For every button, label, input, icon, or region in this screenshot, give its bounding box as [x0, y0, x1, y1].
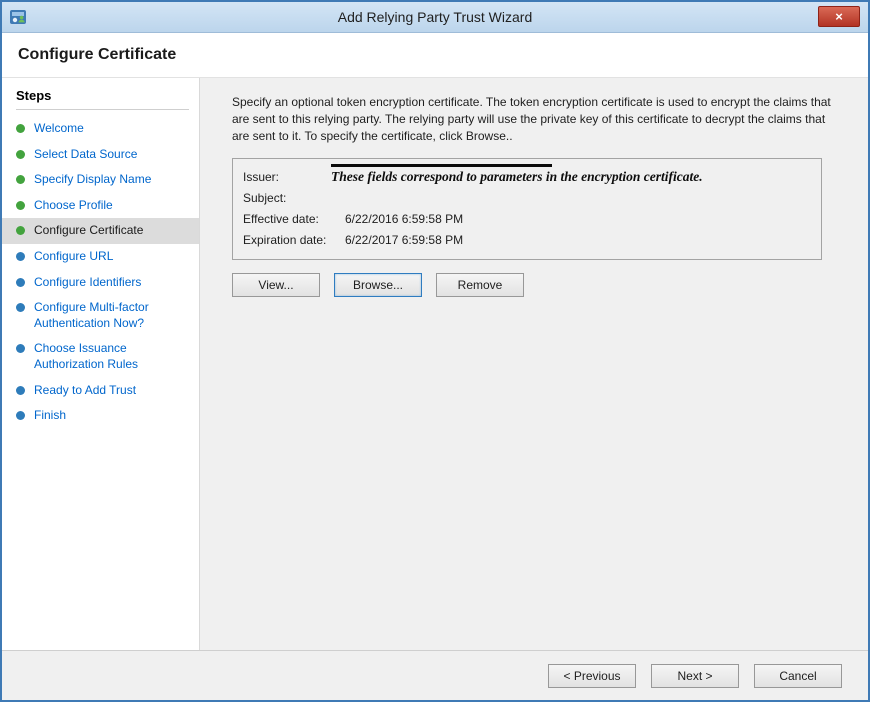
expiration-date-label: Expiration date:	[243, 230, 345, 251]
expiration-date-value: 6/22/2017 6:59:58 PM	[345, 230, 811, 251]
certificate-actions: View... Browse... Remove	[232, 273, 848, 297]
titlebar[interactable]: Add Relying Party Trust Wizard ×	[2, 2, 868, 33]
wizard-body: Steps Welcome Select Data Source Specify D…	[2, 78, 868, 650]
step-label: Ready to Add Trust	[34, 383, 136, 399]
subject-row: Subject:	[243, 188, 811, 209]
step-complete-dot	[16, 124, 25, 133]
step-complete-dot	[16, 150, 25, 159]
step-item-specify-display-name: Specify Display Name	[2, 167, 199, 193]
step-item-select-data-source: Select Data Source	[2, 142, 199, 168]
step-label: Configure URL	[34, 249, 113, 265]
content-area: Specify an optional token encryption cer…	[200, 78, 868, 650]
effective-date-value: 6/22/2016 6:59:58 PM	[345, 209, 811, 230]
effective-date-row: Effective date: 6/22/2016 6:59:58 PM	[243, 209, 811, 230]
effective-date-label: Effective date:	[243, 209, 345, 230]
step-complete-dot	[16, 201, 25, 210]
app-icon	[9, 8, 27, 26]
step-item-choose-profile: Choose Profile	[2, 193, 199, 219]
cancel-button[interactable]: Cancel	[754, 664, 842, 688]
close-button[interactable]: ×	[818, 6, 860, 27]
step-item-configure-certificate: Configure Certificate	[2, 218, 199, 244]
step-label: Configure Certificate	[34, 223, 143, 239]
step-pending-dot	[16, 411, 25, 420]
step-pending-dot	[16, 278, 25, 287]
step-label: Finish	[34, 408, 66, 424]
step-label: Choose Issuance Authorization Rules	[34, 341, 189, 372]
step-pending-dot	[16, 344, 25, 353]
step-complete-dot	[16, 226, 25, 235]
step-item-configure-url: Configure URL	[2, 244, 199, 270]
step-pending-dot	[16, 252, 25, 261]
step-label: Welcome	[34, 121, 84, 137]
step-item-ready-to-add-trust: Ready to Add Trust	[2, 378, 199, 404]
step-item-configure-multi-factor-authentication-now: Configure Multi-factor Authentication No…	[2, 295, 199, 336]
description-text: Specify an optional token encryption cer…	[232, 94, 844, 144]
browse-button[interactable]: Browse...	[334, 273, 422, 297]
remove-button[interactable]: Remove	[436, 273, 524, 297]
steps-list: Welcome Select Data Source Specify Display…	[2, 116, 199, 429]
window-title: Add Relying Party Trust Wizard	[2, 9, 868, 25]
view-button[interactable]: View...	[232, 273, 320, 297]
annotation-note: These fields correspond to parameters in…	[331, 169, 809, 185]
wizard-window: Add Relying Party Trust Wizard × Configu…	[0, 0, 870, 702]
steps-header: Steps	[16, 88, 189, 110]
steps-sidebar: Steps Welcome Select Data Source Specify D…	[2, 78, 200, 650]
previous-button[interactable]: < Previous	[548, 664, 636, 688]
step-label: Specify Display Name	[34, 172, 151, 188]
subject-value	[345, 188, 811, 209]
certificate-box: Issuer: Subject: Effective date: 6/22/20…	[232, 158, 822, 260]
page-title: Configure Certificate	[18, 46, 176, 64]
next-button[interactable]: Next >	[651, 664, 739, 688]
subject-label: Subject:	[243, 188, 345, 209]
page-header: Configure Certificate	[2, 33, 868, 78]
redaction-line	[331, 164, 552, 167]
step-label: Configure Multi-factor Authentication No…	[34, 300, 189, 331]
step-item-choose-issuance-authorization-rules: Choose Issuance Authorization Rules	[2, 336, 199, 377]
footer-bar: < Previous Next > Cancel	[2, 650, 868, 700]
step-pending-dot	[16, 303, 25, 312]
step-item-welcome: Welcome	[2, 116, 199, 142]
issuer-label: Issuer:	[243, 167, 345, 188]
step-item-configure-identifiers: Configure Identifiers	[2, 270, 199, 296]
step-label: Choose Profile	[34, 198, 113, 214]
step-pending-dot	[16, 386, 25, 395]
step-label: Configure Identifiers	[34, 275, 141, 291]
expiration-date-row: Expiration date: 6/22/2017 6:59:58 PM	[243, 230, 811, 251]
step-label: Select Data Source	[34, 147, 137, 163]
step-complete-dot	[16, 175, 25, 184]
step-item-finish: Finish	[2, 403, 199, 429]
